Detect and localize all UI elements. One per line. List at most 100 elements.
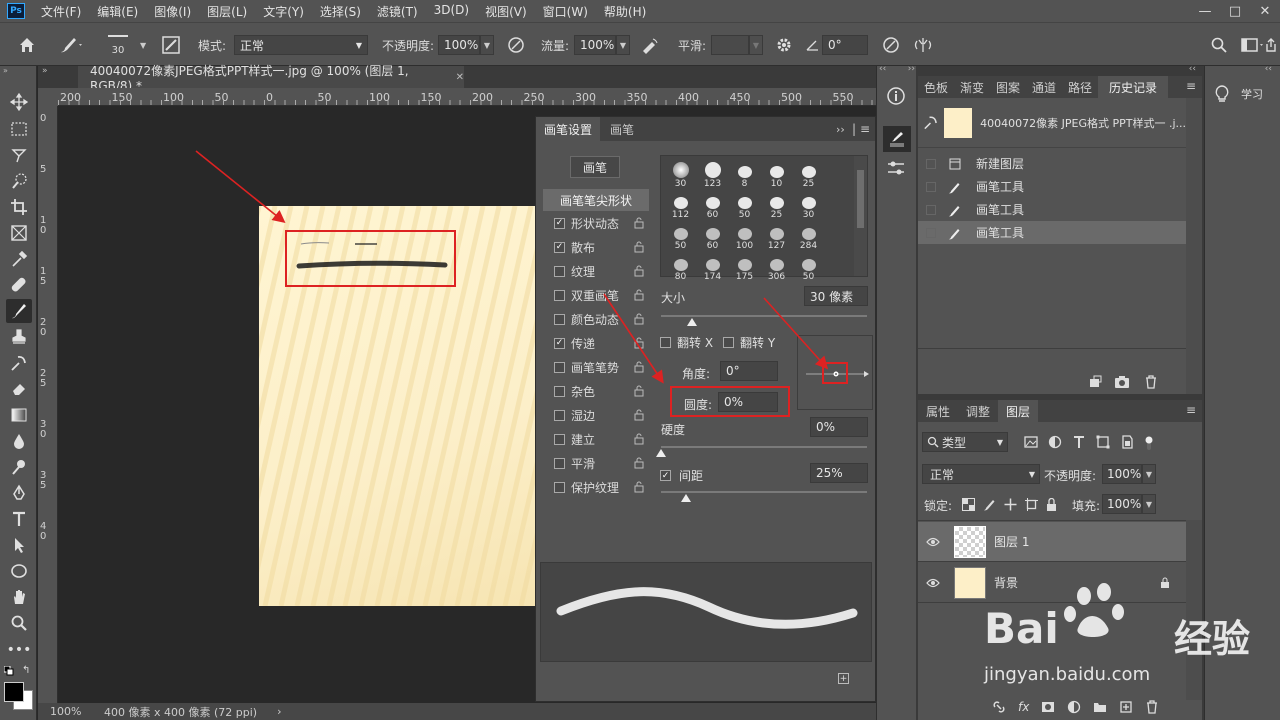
layer-name[interactable]: 图层 1	[994, 533, 1029, 550]
angle-input[interactable]: 0°	[822, 35, 868, 55]
collapsed-strip-toggle[interactable]: ‹‹ ››	[879, 64, 915, 74]
more-tools-icon[interactable]: •••	[6, 638, 32, 662]
menu-item-0[interactable]: 文件(F)	[33, 3, 89, 20]
brush-preset[interactable]: 25	[793, 158, 824, 189]
brush-option-checkbox[interactable]	[554, 409, 565, 421]
new-snapshot-from-state-icon[interactable]	[1088, 375, 1102, 389]
brush-option-row[interactable]: 杂色	[544, 380, 650, 402]
close-window-button[interactable]: ✕	[1250, 0, 1280, 22]
zoom-tool-icon[interactable]	[6, 611, 32, 635]
dodge-tool-icon[interactable]	[6, 455, 32, 479]
brush-preset[interactable]: 50	[729, 189, 760, 220]
opacity-dropdown[interactable]: ▼	[480, 35, 494, 55]
brush-preset[interactable]: 80	[665, 251, 696, 282]
brush-option-row[interactable]: 湿边	[544, 404, 650, 426]
brush-tip-shape-item[interactable]: 画笔笔尖形状	[543, 189, 649, 211]
menu-item-4[interactable]: 文字(Y)	[255, 3, 312, 20]
brush-preset[interactable]: 50	[793, 251, 824, 282]
brush-preset[interactable]: 174	[697, 251, 728, 282]
learn-collapse-icon[interactable]: ‹‹	[1265, 64, 1272, 74]
lock-icon[interactable]	[634, 361, 644, 373]
history-state-checkbox[interactable]	[926, 181, 936, 192]
angle-input[interactable]: 0°	[720, 361, 778, 381]
brush-option-row[interactable]: 平滑	[544, 452, 650, 474]
lock-all-icon[interactable]	[1046, 498, 1057, 511]
new-adjustment-layer-icon[interactable]	[1067, 700, 1081, 714]
tab-brush-settings[interactable]: 画笔设置	[536, 117, 600, 141]
flip-y-box[interactable]	[723, 337, 734, 348]
roundness-input[interactable]: 0%	[718, 392, 778, 412]
smart-object-filter-icon[interactable]	[1120, 435, 1134, 449]
tab-0[interactable]: 色板	[918, 76, 954, 98]
brushes-button[interactable]: 画笔	[570, 156, 620, 178]
new-group-icon[interactable]	[1093, 700, 1107, 714]
history-scrollbar[interactable]	[1186, 98, 1202, 394]
layer-filter-select[interactable]: 类型 ▼	[922, 432, 1008, 452]
pen-tool-icon[interactable]	[6, 481, 32, 505]
flip-y-checkbox[interactable]: 翻转 Y	[723, 334, 775, 351]
brush-option-checkbox[interactable]: ✓	[554, 217, 565, 229]
menu-item-1[interactable]: 编辑(E)	[89, 3, 146, 20]
history-state[interactable]: 新建图层	[918, 152, 1186, 175]
history-state-checkbox[interactable]	[926, 204, 936, 215]
preset-scrollbar[interactable]	[854, 156, 867, 276]
gear-icon[interactable]	[775, 23, 793, 67]
opacity-input[interactable]: 100%	[438, 35, 480, 55]
brush-preset[interactable]: 100	[729, 220, 760, 251]
swap-colors-icon[interactable]: ↰	[22, 665, 30, 676]
lock-icon[interactable]	[634, 385, 644, 397]
spacing-checkbox[interactable]: ✓ 间距	[660, 467, 703, 484]
camera-icon[interactable]	[1114, 375, 1130, 389]
lock-icon[interactable]	[634, 337, 644, 349]
info-icon[interactable]	[886, 86, 906, 106]
horizontal-ruler[interactable]: 200 150 100 50 0 50 100 150 200 250 300 350 400 450 50…	[58, 88, 876, 106]
trash-icon[interactable]	[1144, 375, 1158, 389]
lock-icon[interactable]	[634, 265, 644, 277]
menu-item-7[interactable]: 3D(D)	[426, 3, 477, 20]
maximize-button[interactable]: □	[1220, 0, 1250, 22]
brush-tool-icon[interactable]	[58, 23, 84, 67]
hardness-slider[interactable]	[661, 446, 867, 448]
collapse-toolbar-icon[interactable]: »	[3, 66, 8, 75]
brush-option-checkbox[interactable]	[554, 433, 565, 445]
spacing-slider[interactable]	[661, 491, 867, 493]
lock-artboard-icon[interactable]	[1025, 498, 1038, 511]
flip-x-box[interactable]	[660, 337, 671, 348]
tab-4[interactable]: 路径	[1062, 76, 1098, 98]
size-slider[interactable]	[661, 315, 867, 317]
brush-option-checkbox[interactable]	[554, 481, 565, 493]
panel-menu-icon[interactable]: ≡	[860, 117, 870, 141]
tab-5[interactable]: 历史记录	[1098, 76, 1168, 98]
layer-row[interactable]: 背景	[918, 563, 1186, 603]
brush-option-row[interactable]: 颜色动态	[544, 308, 650, 330]
lock-position-icon[interactable]	[1004, 498, 1017, 511]
brush-option-checkbox[interactable]: ✓	[554, 241, 565, 253]
brush-preset[interactable]: 123	[697, 158, 728, 189]
layers-tab-2[interactable]: 图层	[998, 400, 1038, 422]
size-input[interactable]: 30 像素	[804, 286, 868, 306]
brush-preset[interactable]: 30	[665, 158, 696, 189]
share-icon[interactable]	[1264, 23, 1278, 67]
tab-brush[interactable]: 画笔	[610, 117, 646, 141]
brush-option-row[interactable]: 保护纹理	[544, 476, 650, 498]
eye-icon[interactable]	[926, 537, 946, 547]
delete-layer-icon[interactable]	[1145, 700, 1159, 714]
tab-3[interactable]: 通道	[1026, 76, 1062, 98]
spacing-slider-handle[interactable]	[680, 494, 691, 502]
history-panel-menu-icon[interactable]: ≡	[1186, 79, 1196, 93]
spacing-check[interactable]: ✓	[660, 470, 671, 481]
healing-brush-tool-icon[interactable]	[6, 273, 32, 297]
quick-selection-tool-icon[interactable]	[6, 169, 32, 193]
tab-2[interactable]: 图案	[990, 76, 1026, 98]
history-state[interactable]: 画笔工具	[918, 198, 1186, 221]
layer-effects-icon[interactable]: fx	[1018, 700, 1029, 714]
ellipse-tool-icon[interactable]	[6, 559, 32, 583]
lock-icon[interactable]	[634, 217, 644, 229]
adjustment-filter-icon[interactable]	[1048, 435, 1062, 449]
status-menu-arrow[interactable]: ›	[277, 705, 281, 718]
menu-item-3[interactable]: 图层(L)	[199, 3, 255, 20]
menu-item-2[interactable]: 图像(I)	[146, 3, 199, 20]
hand-tool-icon[interactable]	[6, 585, 32, 609]
pressure-size-icon[interactable]	[881, 23, 901, 67]
close-document-icon[interactable]: ✕	[456, 72, 464, 83]
